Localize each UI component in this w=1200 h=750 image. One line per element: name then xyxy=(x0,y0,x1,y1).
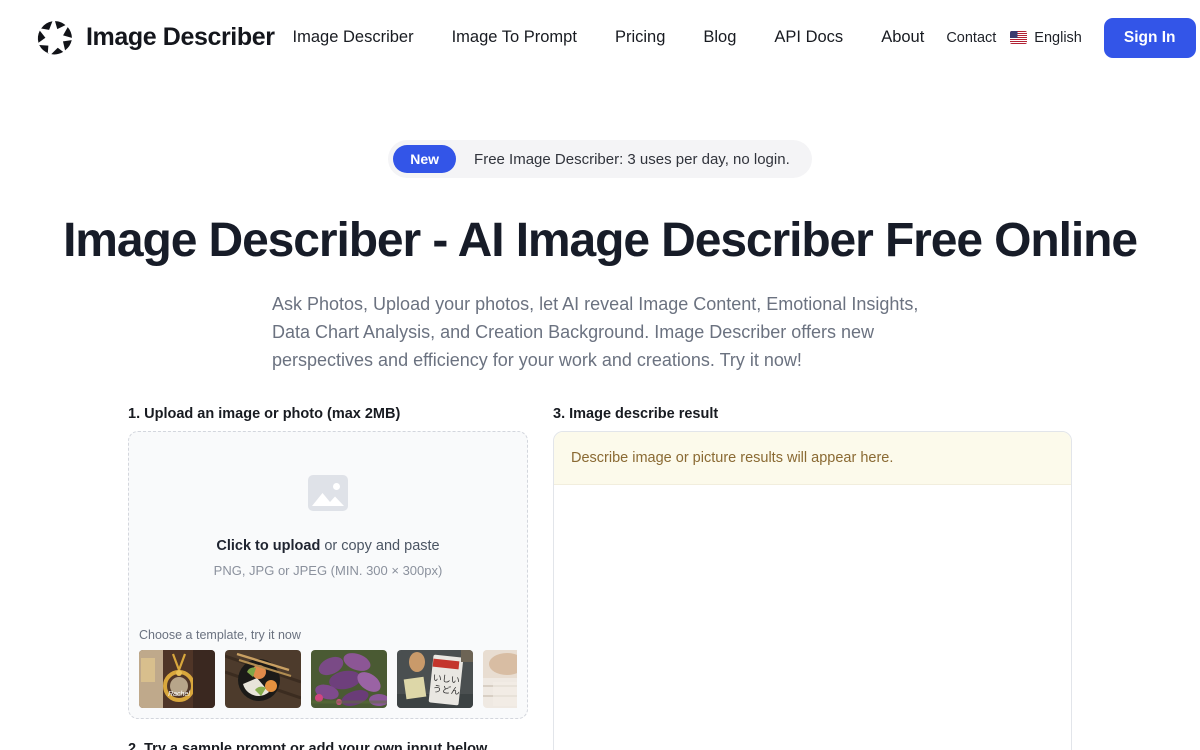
template-thumb-bento-bowl[interactable] xyxy=(225,649,301,708)
result-placeholder-banner: Describe image or picture results will a… xyxy=(554,431,1071,485)
nav-link-image-describer[interactable]: Image Describer xyxy=(293,22,414,53)
template-thumb-purple-plants[interactable] xyxy=(311,649,387,708)
upload-dropzone[interactable]: Click to upload or copy and paste PNG, J… xyxy=(128,430,528,719)
template-caption: Choose a template, try it now xyxy=(139,627,301,642)
brand-logo[interactable]: Image Describer xyxy=(36,19,275,57)
template-thumb-hands[interactable] xyxy=(483,649,517,708)
page-title: Image Describer - AI Image Describer Fre… xyxy=(63,214,1138,267)
prompt-step-label: 2. Try a sample prompt or add your own i… xyxy=(128,740,488,750)
template-thumb-necklace[interactable]: Rachel xyxy=(139,649,215,708)
upload-column: 1. Upload an image or photo (max 2MB) Cl… xyxy=(128,406,528,750)
template-thumbnail-list: Rachel いしい うどん xyxy=(139,649,517,708)
nav-link-api-docs[interactable]: API Docs xyxy=(774,22,843,53)
us-flag-icon xyxy=(1010,31,1028,44)
sign-in-button[interactable]: Sign In xyxy=(1103,17,1196,58)
nav-link-blog[interactable]: Blog xyxy=(703,22,736,53)
hero-section: New Free Image Describer: 3 uses per day… xyxy=(0,75,1200,374)
navbar-right-cluster: English Sign In xyxy=(1010,17,1200,58)
result-column: 3. Image describe result Describe image … xyxy=(553,406,1072,750)
announcement-banner[interactable]: New Free Image Describer: 3 uses per day… xyxy=(388,140,812,178)
svg-text:Rachel: Rachel xyxy=(168,691,190,698)
result-step-label: 3. Image describe result xyxy=(553,405,719,422)
nav-link-about[interactable]: About xyxy=(881,22,924,53)
nav-link-pricing[interactable]: Pricing xyxy=(615,22,665,53)
dropzone-formats: PNG, JPG or JPEG (MIN. 300 × 300px) xyxy=(213,563,443,579)
announcement-badge: New xyxy=(393,145,457,173)
brand-name: Image Describer xyxy=(86,23,275,51)
dropzone-cta: Click to upload or copy and paste xyxy=(216,538,439,554)
prompt-section: 2. Try a sample prompt or add your own i… xyxy=(128,741,528,750)
dropzone-main: Click to upload or copy and paste PNG, J… xyxy=(129,432,527,628)
language-selector[interactable]: English xyxy=(1010,30,1082,46)
workspace: 1. Upload an image or photo (max 2MB) Cl… xyxy=(0,406,1200,750)
template-thumb-food-package[interactable]: いしい うどん xyxy=(397,649,473,708)
top-navbar: Image Describer Image Describer Image To… xyxy=(0,0,1200,75)
page-subtitle: Ask Photos, Upload your photos, let AI r… xyxy=(272,293,919,370)
camera-aperture-icon xyxy=(37,20,72,54)
nav-link-contact[interactable]: Contact xyxy=(946,24,996,52)
language-label: English xyxy=(1034,29,1082,46)
main-nav: Image Describer Image To Prompt Pricing … xyxy=(293,22,1011,53)
upload-step-label: 1. Upload an image or photo (max 2MB) xyxy=(128,405,401,422)
dropzone-cta-strong: Click to upload xyxy=(216,538,321,555)
nav-link-image-to-prompt[interactable]: Image To Prompt xyxy=(452,22,577,53)
dropzone-cta-rest: or copy and paste xyxy=(320,538,440,555)
announcement-text: Free Image Describer: 3 uses per day, no… xyxy=(474,150,790,168)
image-placeholder-icon xyxy=(306,473,350,518)
template-bar: Choose a template, try it now Rachel いしい… xyxy=(129,628,527,718)
result-panel: Describe image or picture results will a… xyxy=(553,430,1072,750)
